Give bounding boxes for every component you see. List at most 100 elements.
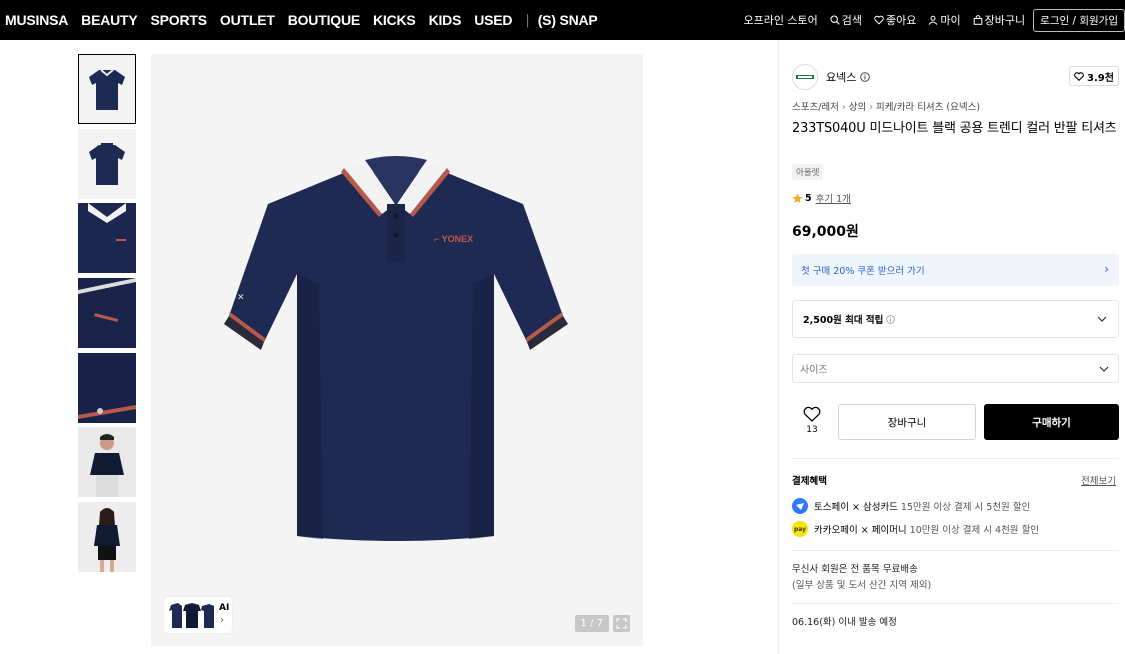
- offline-store-link[interactable]: 오프라인 스토어: [743, 12, 817, 28]
- user-nav: 오프라인 스토어 검색 좋아요 마이 장바구니 로그인 / 회원가입: [731, 0, 1125, 40]
- main-product-image[interactable]: ⌐ YONEX ✕ AI › 1 / 7: [151, 54, 643, 646]
- shipping-date-text: 06.16(화) 이내 발송 예정: [792, 617, 897, 628]
- chevron-right-icon: ›: [869, 102, 874, 113]
- my-link[interactable]: 마이: [928, 12, 961, 28]
- breadcrumb-item[interactable]: 스포츠/레저: [792, 102, 839, 113]
- ai-recommend-box[interactable]: AI ›: [164, 597, 232, 633]
- benefit-name: 토스페이 × 삼성카드: [814, 502, 898, 513]
- points-text: 2,500원 최대 적립: [803, 315, 884, 326]
- yonex-logo-icon: [796, 75, 814, 79]
- thumbnail-model-female[interactable]: [78, 502, 136, 573]
- bag-icon: [973, 15, 982, 25]
- thumbnail-model-male[interactable]: [78, 427, 136, 498]
- brand-logo: [792, 64, 818, 90]
- info-icon[interactable]: [860, 72, 871, 82]
- buy-button[interactable]: 구매하기: [984, 404, 1119, 440]
- my-label: 마이: [940, 14, 961, 27]
- nav-used[interactable]: USED: [474, 12, 512, 28]
- shirt-thumbnail-icon: [169, 603, 214, 628]
- chevron-right-icon: ›: [1104, 262, 1109, 276]
- nav-boutique[interactable]: BOUTIQUE: [288, 12, 360, 28]
- benefit-desc: 10만원 이상 결제 시 4천원 할인: [909, 525, 1040, 536]
- product-title: 233TS040U 미드나이트 블랙 공용 트렌디 컬러 반팔 티셔츠: [792, 121, 1117, 136]
- thumbnail-logo-detail[interactable]: [78, 278, 136, 349]
- thumbnail-collar-detail[interactable]: [78, 203, 136, 274]
- points-dropdown[interactable]: 2,500원 최대 적립: [792, 300, 1119, 338]
- shipping-exception-text: (일부 상품 및 도서 산간 지역 제외): [792, 580, 932, 591]
- polo-shirt-image: ⌐ YONEX ✕: [224, 156, 568, 541]
- like-button[interactable]: 13: [799, 406, 825, 435]
- person-icon: [929, 15, 938, 25]
- divider: [792, 603, 1119, 604]
- svg-text:✕: ✕: [237, 292, 245, 302]
- product-info-panel: 요넥스 3.9천 스포츠/레저 › 상의 › 피케/카라 티셔츠 (요넥스) 233TS…: [778, 40, 1125, 654]
- chevron-down-icon: [1097, 316, 1107, 322]
- benefit-row: 토스페이 × 삼성카드 15만원 이상 결제 시 5천원 할인: [792, 498, 1030, 514]
- chevron-right-icon: ›: [220, 615, 224, 626]
- cart-label: 장바구니: [984, 14, 1026, 27]
- shipping-free-text: 무신사 회원은 전 품목 무료배송: [792, 564, 918, 575]
- heart-icon: [874, 15, 884, 25]
- kakaopay-icon: pay: [792, 521, 808, 537]
- nav-beauty[interactable]: BEAUTY: [81, 12, 138, 28]
- top-navigation: MUSINSA BEAUTY SPORTS OUTLET BOUTIQUE KI…: [0, 0, 1125, 40]
- search-link[interactable]: 검색: [830, 12, 862, 28]
- size-placeholder: 사이즈: [800, 365, 828, 376]
- search-icon: [830, 15, 840, 25]
- category-nav: MUSINSA BEAUTY SPORTS OUTLET BOUTIQUE KI…: [0, 0, 611, 40]
- star-icon: [792, 193, 803, 203]
- nav-divider: |: [525, 12, 530, 28]
- shipping-info: 무신사 회원은 전 품목 무료배송 (일부 상품 및 도서 산간 지역 제외): [792, 562, 931, 594]
- breadcrumb-item[interactable]: 피케/카라 티셔츠 (요넥스): [876, 102, 980, 113]
- product-price: 69,000원: [792, 224, 859, 240]
- benefit-desc: 15만원 이상 결제 시 5천원 할인: [900, 502, 1031, 513]
- divider: [792, 458, 1119, 459]
- search-label: 검색: [841, 14, 863, 27]
- likes-label: 좋아요: [886, 14, 917, 27]
- info-icon: [886, 314, 896, 324]
- rating-row: 5 후기 1개: [792, 191, 851, 205]
- cart-link[interactable]: 장바구니: [973, 12, 1025, 28]
- nav-sports[interactable]: SPORTS: [151, 12, 208, 28]
- expand-button[interactable]: [613, 615, 630, 632]
- brand-name: 요넥스: [826, 71, 857, 84]
- coupon-text: 첫 구매 20% 쿠폰 받으러 가기: [801, 266, 925, 277]
- image-counter: 1 / 7: [574, 615, 609, 632]
- thumbnail-back[interactable]: [78, 128, 136, 199]
- thumbnail-sleeve-detail[interactable]: [78, 352, 136, 423]
- toss-icon: [792, 498, 808, 514]
- chevron-down-icon: [1099, 366, 1109, 372]
- add-to-cart-button[interactable]: 장바구니: [838, 404, 976, 440]
- coupon-banner[interactable]: 첫 구매 20% 쿠폰 받으러 가기 ›: [792, 254, 1119, 286]
- nav-kids[interactable]: KIDS: [429, 12, 462, 28]
- likes-link[interactable]: 좋아요: [874, 12, 916, 28]
- reviews-link[interactable]: 후기 1개: [816, 191, 851, 205]
- nav-snap[interactable]: (S) SNAP: [538, 12, 598, 28]
- benefits-title: 결제혜택: [792, 476, 827, 487]
- breadcrumb: 스포츠/레저 › 상의 › 피케/카라 티셔츠 (요넥스): [792, 99, 980, 113]
- nav-musinsa[interactable]: MUSINSA: [5, 12, 68, 28]
- thumbnail-list: [78, 54, 136, 577]
- size-select[interactable]: 사이즈: [792, 354, 1119, 383]
- benefits-view-all-link[interactable]: 전체보기: [1081, 473, 1116, 487]
- nav-kicks[interactable]: KICKS: [373, 12, 416, 28]
- like-count: 13: [806, 425, 818, 435]
- benefit-row: pay 카카오페이 × 페이머니 10만원 이상 결제 시 4천원 할인: [792, 521, 1039, 537]
- expand-icon: [616, 618, 627, 629]
- chevron-right-icon: ›: [841, 102, 846, 113]
- outlet-tag: 아울렛: [792, 164, 824, 180]
- rating-score: 5: [805, 192, 812, 204]
- nav-outlet[interactable]: OUTLET: [220, 12, 275, 28]
- brand-like-button[interactable]: 3.9천: [1069, 66, 1119, 86]
- ai-label: AI: [219, 603, 230, 613]
- brand-like-count: 3.9천: [1087, 72, 1114, 84]
- benefit-name: 카카오페이 × 페이머니: [814, 525, 907, 536]
- brand-row[interactable]: 요넥스: [792, 64, 871, 90]
- breadcrumb-item[interactable]: 상의: [849, 102, 866, 113]
- heart-icon: [803, 406, 821, 422]
- divider: [792, 550, 1119, 551]
- thumbnail-front[interactable]: [78, 54, 136, 124]
- login-button[interactable]: 로그인 / 회원가입: [1033, 8, 1125, 32]
- heart-icon: [1074, 71, 1084, 81]
- svg-text:⌐ YONEX: ⌐ YONEX: [434, 234, 473, 244]
